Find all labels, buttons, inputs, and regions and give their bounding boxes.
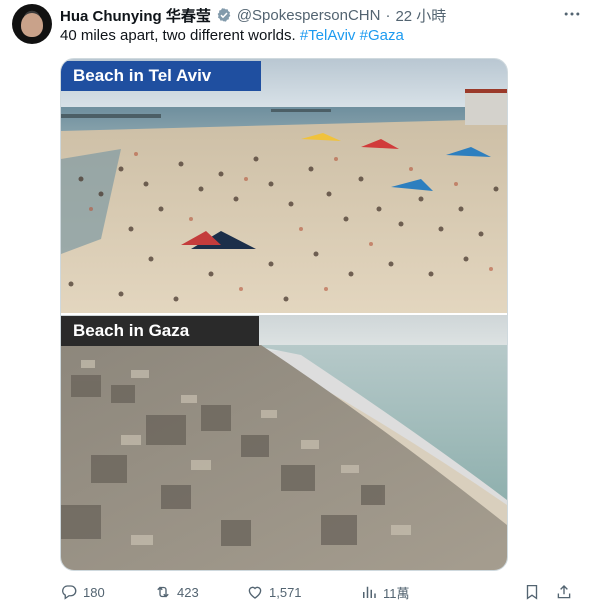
reply-count: 180 xyxy=(83,584,105,600)
reply-icon xyxy=(62,585,77,600)
tel-aviv-beach-image xyxy=(61,59,507,313)
top-image-caption: Beach in Tel Aviv xyxy=(61,61,261,91)
views-count: 11萬 xyxy=(383,585,410,601)
tweet-body: 40 miles apart, two different worlds. xyxy=(60,27,296,44)
verified-badge-icon xyxy=(217,8,231,22)
bookmark-button[interactable] xyxy=(516,583,548,601)
views-chart-icon xyxy=(363,586,376,598)
tel-aviv-beach-photo[interactable] xyxy=(61,59,507,313)
like-button[interactable]: 1,571 xyxy=(246,583,360,601)
bookmark-icon xyxy=(526,584,538,600)
share-icon xyxy=(557,585,571,599)
repost-icon xyxy=(157,586,169,598)
more-options-icon[interactable] xyxy=(560,3,584,25)
like-count: 1,571 xyxy=(269,584,302,600)
tweet-text: 40 miles apart, two different worlds. #T… xyxy=(60,27,404,45)
reply-button[interactable]: 180 xyxy=(60,583,154,601)
hashtag-telaviv[interactable]: #TelAviv xyxy=(300,27,356,44)
author-handle[interactable]: @SpokespersonCHN xyxy=(237,7,381,24)
bottom-image-caption: Beach in Gaza xyxy=(61,316,259,346)
repost-count: 423 xyxy=(177,584,199,600)
gaza-beach-image xyxy=(61,315,507,570)
views-button[interactable]: 11萬 xyxy=(360,583,476,602)
tweet-actions-bar: 180 423 1,571 11萬 xyxy=(60,580,580,604)
share-button[interactable] xyxy=(548,583,580,601)
gaza-beach-photo[interactable] xyxy=(61,315,507,570)
avatar[interactable] xyxy=(12,4,52,44)
tweet-media[interactable]: Beach in Tel Aviv Beach in Gaza xyxy=(60,58,508,571)
heart-icon xyxy=(248,586,262,599)
author-name[interactable]: Hua Chunying 华春莹 xyxy=(60,5,211,26)
repost-button[interactable]: 423 xyxy=(154,583,246,601)
separator-dot: · xyxy=(385,6,391,24)
hashtag-gaza[interactable]: #Gaza xyxy=(360,27,404,44)
tweet-header: Hua Chunying 华春莹 @SpokespersonCHN · 22 小… xyxy=(60,5,584,25)
post-time[interactable]: 22 小時 xyxy=(395,5,446,26)
